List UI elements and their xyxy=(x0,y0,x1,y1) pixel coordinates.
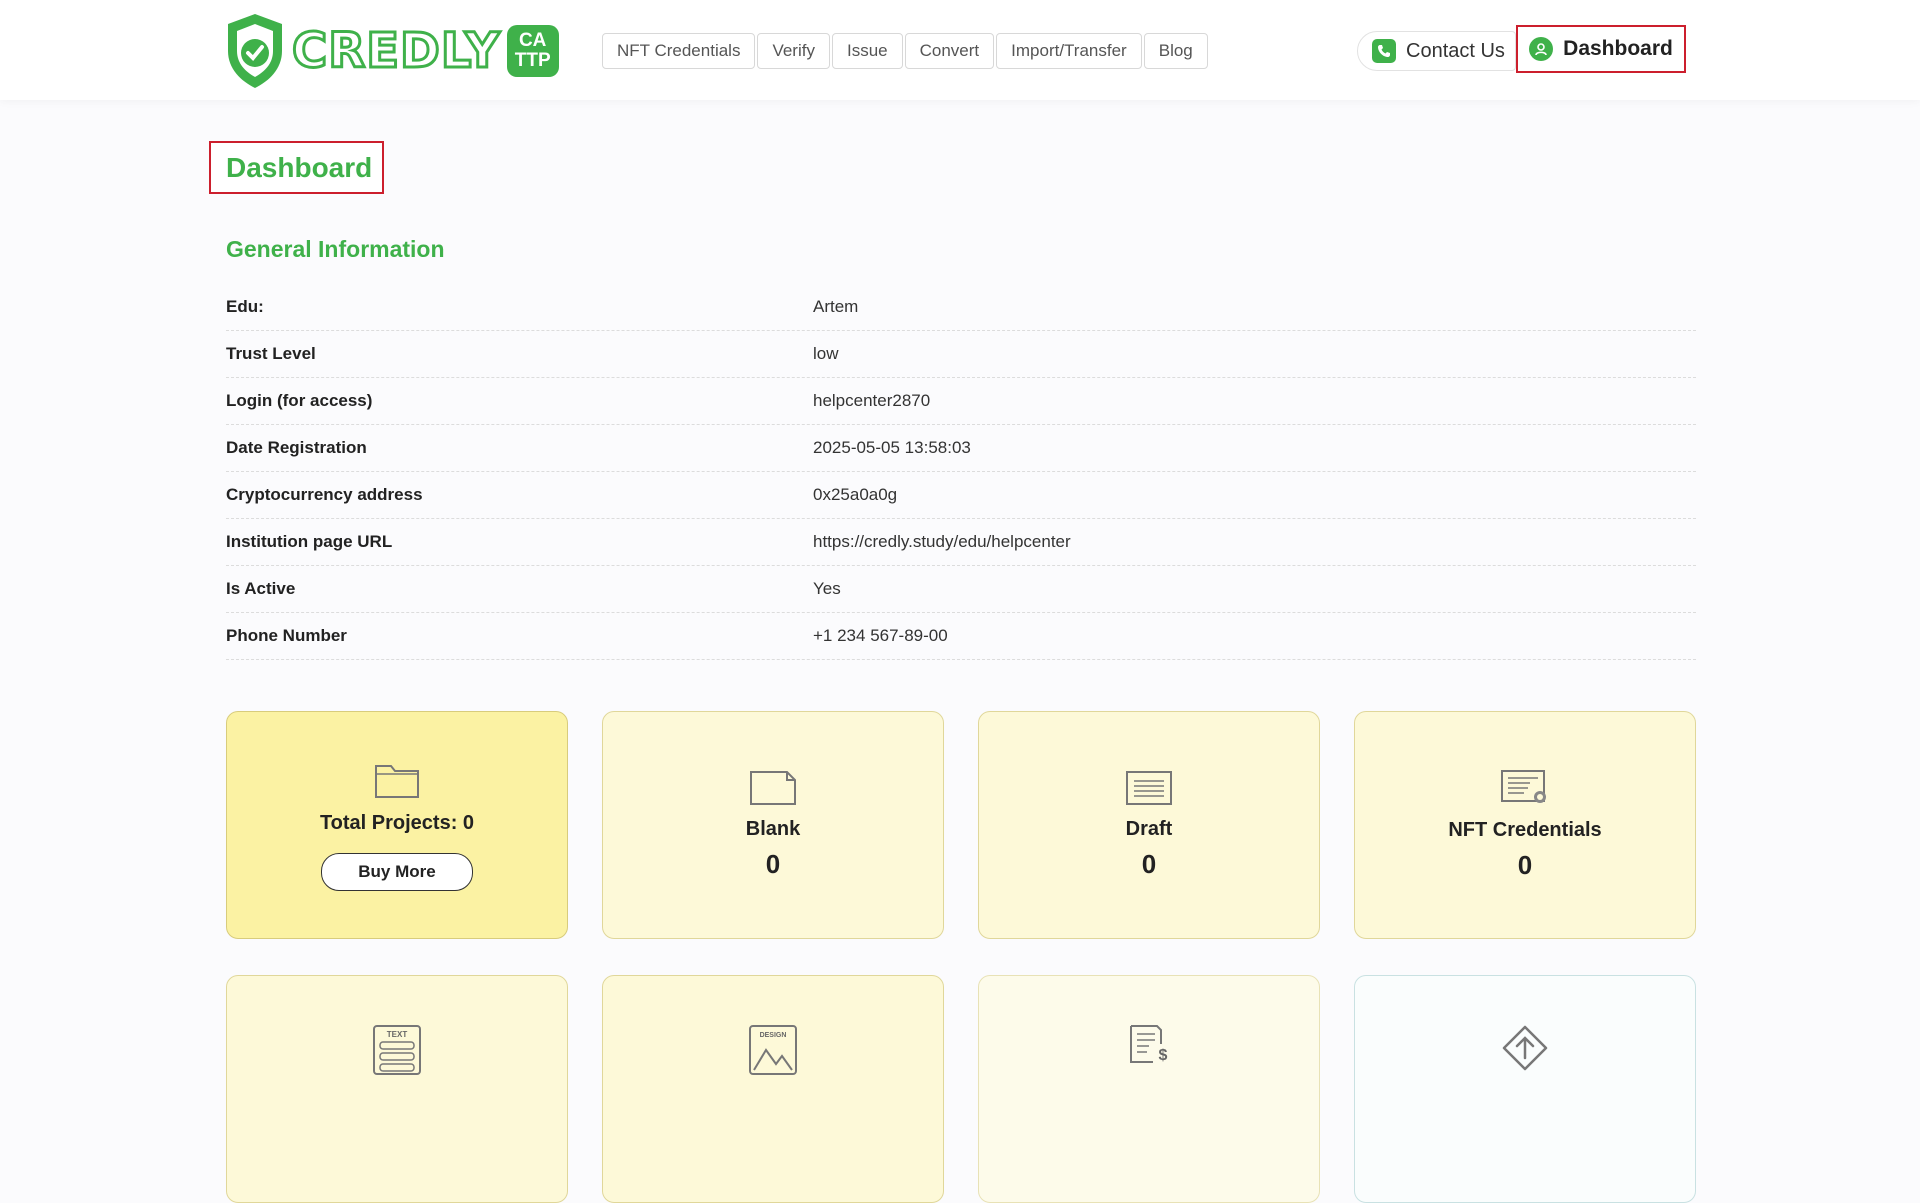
info-value: 0x25a0a0g xyxy=(813,485,898,504)
info-label: Is Active xyxy=(226,579,296,598)
info-row-is-active: Is Active Yes xyxy=(226,566,1696,613)
shield-check-icon xyxy=(228,14,282,88)
design-template-card[interactable]: DESIGN xyxy=(602,975,944,1203)
nft-credentials-card-title: NFT Credentials xyxy=(1448,819,1602,841)
text-template-icon: TEXT xyxy=(372,1024,422,1076)
total-projects-title: Total Projects: 0 xyxy=(319,811,475,834)
general-info-table: Edu: Artem Trust Level low Login (for ac… xyxy=(226,284,1696,660)
blank-card-title: Blank xyxy=(745,818,801,840)
contact-us-button[interactable]: Contact Us xyxy=(1357,31,1516,71)
info-value: helpcenter2870 xyxy=(813,391,931,410)
logo-badge: CA TTP xyxy=(506,25,559,77)
upload-card[interactable] xyxy=(1354,975,1696,1203)
nav-import-transfer[interactable]: Import/Transfer xyxy=(996,33,1142,69)
phone-icon xyxy=(1372,39,1396,63)
info-row-login: Login (for access) helpcenter2870 xyxy=(226,378,1696,425)
certificate-icon xyxy=(1500,769,1550,807)
info-label: Phone Number xyxy=(226,626,347,645)
info-value: low xyxy=(813,344,839,363)
buy-more-button[interactable]: Buy More xyxy=(321,852,473,891)
logo-badge-line2: TTP xyxy=(514,50,551,71)
nav-blog[interactable]: Blog xyxy=(1143,33,1208,69)
institution-url-link[interactable]: https://credly.study/edu/helpcenter xyxy=(813,532,1071,552)
draft-card[interactable]: Draft 0 xyxy=(978,711,1320,939)
info-value: Artem xyxy=(813,297,859,316)
draft-card-count: 0 xyxy=(1141,849,1157,879)
top-header: CREDLY CA TTP NFT Credentials Verify Iss… xyxy=(0,0,1920,100)
info-label: Institution page URL xyxy=(226,532,393,551)
user-icon xyxy=(1529,37,1554,61)
stats-cards-grid: Total Projects: 0 Buy More Blank 0 Draft… xyxy=(226,711,1696,1203)
info-value: Yes xyxy=(813,579,841,598)
nav-nft-credentials[interactable]: NFT Credentials xyxy=(602,33,756,69)
nav-verify[interactable]: Verify xyxy=(757,33,830,69)
blank-card[interactable]: Blank 0 xyxy=(602,711,944,939)
info-row-phone-number: Phone Number +1 234 567-89-00 xyxy=(226,613,1696,660)
info-value: 2025-05-05 13:58:03 xyxy=(813,438,971,457)
text-icon-label: TEXT xyxy=(387,1030,408,1039)
text-template-card[interactable]: TEXT xyxy=(226,975,568,1203)
general-information-heading: General Information xyxy=(226,236,445,262)
info-row-trust-level: Trust Level low xyxy=(226,331,1696,378)
invoice-card[interactable]: $ xyxy=(978,975,1320,1203)
logo-badge-line1: CA xyxy=(518,30,547,51)
nft-credentials-card[interactable]: NFT Credentials 0 xyxy=(1354,711,1696,939)
info-label: Edu: xyxy=(226,297,264,316)
blank-card-count: 0 xyxy=(765,849,781,879)
main-nav: NFT Credentials Verify Issue Convert Imp… xyxy=(602,33,1208,69)
blank-document-icon xyxy=(749,770,797,806)
nav-convert[interactable]: Convert xyxy=(904,33,995,69)
nav-issue[interactable]: Issue xyxy=(831,33,903,69)
design-template-icon: DESIGN xyxy=(748,1024,798,1076)
info-value: +1 234 567-89-00 xyxy=(813,626,948,645)
dollar-sign-glyph: $ xyxy=(1159,1047,1168,1064)
draft-document-icon xyxy=(1125,770,1173,806)
logo-wordmark: CREDLY xyxy=(291,23,502,79)
dashboard-button-label: Dashboard xyxy=(1563,37,1673,60)
info-row-edu: Edu: Artem xyxy=(226,284,1696,331)
dashboard-button[interactable]: Dashboard xyxy=(1516,25,1686,73)
nft-credentials-card-count: 0 xyxy=(1517,850,1533,880)
info-row-date-registration: Date Registration 2025-05-05 13:58:03 xyxy=(226,425,1696,472)
info-row-crypto-address: Cryptocurrency address 0x25a0a0g xyxy=(226,472,1696,519)
contact-us-label: Contact Us xyxy=(1406,39,1505,62)
info-label: Date Registration xyxy=(226,438,367,457)
folder-icon xyxy=(373,760,421,800)
upload-diamond-icon xyxy=(1501,1024,1549,1072)
draft-card-title: Draft xyxy=(1125,818,1173,840)
credly-logo[interactable]: CREDLY CA TTP xyxy=(224,10,559,92)
page-title: Dashboard xyxy=(209,141,384,194)
info-label: Login (for access) xyxy=(226,391,373,410)
info-row-institution-url: Institution page URL https://credly.stud… xyxy=(226,519,1696,566)
design-icon-label: DESIGN xyxy=(760,1032,787,1039)
invoice-icon: $ xyxy=(1127,1024,1171,1064)
info-label: Cryptocurrency address xyxy=(226,485,423,504)
total-projects-card: Total Projects: 0 Buy More xyxy=(226,711,568,939)
info-label: Trust Level xyxy=(226,344,316,363)
